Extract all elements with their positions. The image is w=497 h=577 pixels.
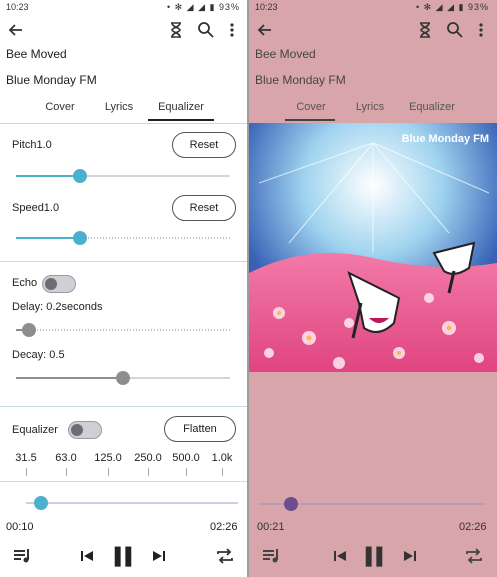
sleep-timer-icon[interactable] <box>166 20 186 40</box>
previous-icon[interactable] <box>329 545 351 567</box>
queue-icon[interactable] <box>12 545 34 567</box>
pitch-reset-button[interactable]: Reset <box>172 132 236 158</box>
equalizer-label: Equalizer <box>12 424 58 436</box>
track-title: Bee Moved <box>6 47 67 61</box>
next-icon[interactable] <box>399 545 421 567</box>
repeat-icon[interactable] <box>214 545 236 567</box>
system-icons: • ✻ ◢ ◢ ▮ 93% <box>415 2 489 12</box>
speed-label: Speed1.0 <box>12 202 60 214</box>
eq-band-label: 250.0 <box>134 452 162 464</box>
cover-title: Blue Monday FM <box>401 133 489 145</box>
tab-bar: Cover Lyrics Equalizer <box>249 99 497 123</box>
tab-indicator <box>285 119 335 121</box>
echo-label: Echo <box>12 277 38 289</box>
speed-reset-button[interactable]: Reset <box>172 195 236 221</box>
slider-thumb[interactable] <box>73 231 87 245</box>
seek-thumb[interactable] <box>284 497 298 511</box>
app-bar <box>0 18 248 44</box>
more-options-icon[interactable] <box>226 20 238 40</box>
battery-percent: 93% <box>467 2 489 12</box>
delay-slider[interactable] <box>16 323 230 337</box>
app-bar <box>249 18 497 44</box>
toggle-knob <box>71 424 83 436</box>
tab-lyrics[interactable]: Lyrics <box>349 101 391 113</box>
battery-percent: 93% <box>218 2 240 12</box>
slider-thumb[interactable] <box>73 169 87 183</box>
eq-band-slider[interactable] <box>108 468 109 476</box>
tab-cover[interactable]: Cover <box>40 101 80 113</box>
decay-label: Decay: 0.5 <box>12 349 65 361</box>
pitch-slider[interactable] <box>16 169 230 183</box>
eq-band-label: 1.0k <box>211 452 233 464</box>
seek-bar[interactable] <box>259 497 485 511</box>
eq-band-slider[interactable] <box>66 468 67 476</box>
toggle-knob <box>45 278 57 290</box>
slider-fill <box>16 377 123 379</box>
station-name: Blue Monday FM <box>255 73 346 87</box>
seek-thumb[interactable] <box>34 496 48 510</box>
total-duration: 02:26 <box>210 521 238 533</box>
slider-track <box>16 329 230 331</box>
right-panel: 10:23 • ✻ ◢ ◢ ▮ 93% Bee Moved Blue Monda… <box>249 0 497 577</box>
tab-equalizer[interactable]: Equalizer <box>399 101 465 113</box>
previous-icon[interactable] <box>76 545 98 567</box>
decay-slider[interactable] <box>16 371 230 385</box>
station-name: Blue Monday FM <box>6 73 97 87</box>
section-divider <box>0 261 248 262</box>
eq-band-slider[interactable] <box>222 468 223 476</box>
left-panel: 10:23 • ✻ ◢ ◢ ▮ 93% Bee Moved Blue Monda… <box>0 0 248 577</box>
status-time: 10:23 <box>255 2 278 12</box>
seek-bar[interactable] <box>26 496 238 510</box>
album-cover: Blue Monday FM <box>249 123 497 372</box>
flatten-button[interactable]: Flatten <box>164 416 236 442</box>
back-arrow-icon[interactable] <box>255 20 275 40</box>
eq-band-label: 125.0 <box>94 452 122 464</box>
player-divider <box>0 481 248 482</box>
status-bar: 10:23 • ✻ ◢ ◢ ▮ 93% <box>249 0 497 16</box>
pause-icon[interactable] <box>361 543 387 569</box>
more-options-icon[interactable] <box>475 20 487 40</box>
tab-bar: Cover Lyrics Equalizer <box>0 99 248 123</box>
system-icons: • ✻ ◢ ◢ ▮ 93% <box>166 2 240 12</box>
slider-fill <box>16 175 80 177</box>
total-duration: 02:26 <box>459 521 487 533</box>
status-bar: 10:23 • ✻ ◢ ◢ ▮ 93% <box>0 0 248 16</box>
tab-indicator <box>148 119 214 121</box>
eq-band-label: 31.5 <box>15 452 37 464</box>
status-time: 10:23 <box>6 2 29 12</box>
pause-icon[interactable] <box>110 543 136 569</box>
eq-band-labels: 31.5 63.0 125.0 250.0 500.0 1.0k <box>0 452 248 466</box>
equalizer-toggle[interactable] <box>68 421 102 439</box>
back-arrow-icon[interactable] <box>6 20 26 40</box>
repeat-icon[interactable] <box>463 545 485 567</box>
eq-band-slider[interactable] <box>26 468 27 476</box>
next-icon[interactable] <box>148 545 170 567</box>
elapsed-time: 00:21 <box>257 521 285 533</box>
section-divider <box>0 406 248 407</box>
tab-lyrics[interactable]: Lyrics <box>98 101 140 113</box>
eq-band-slider[interactable] <box>148 468 149 476</box>
pitch-label: Pitch1.0 <box>12 139 52 151</box>
seek-track <box>26 502 238 504</box>
tab-cover[interactable]: Cover <box>291 101 331 113</box>
eq-band-label: 63.0 <box>55 452 77 464</box>
queue-icon[interactable] <box>261 545 283 567</box>
search-icon[interactable] <box>445 20 465 40</box>
delay-label: Delay: 0.2seconds <box>12 301 103 313</box>
album-cover-art <box>249 123 497 372</box>
echo-toggle[interactable] <box>42 275 76 293</box>
track-title: Bee Moved <box>255 47 316 61</box>
search-icon[interactable] <box>196 20 216 40</box>
sleep-timer-icon[interactable] <box>415 20 435 40</box>
eq-band-label: 500.0 <box>172 452 200 464</box>
eq-band-slider[interactable] <box>186 468 187 476</box>
elapsed-time: 00:10 <box>6 521 34 533</box>
slider-thumb[interactable] <box>116 371 130 385</box>
slider-thumb[interactable] <box>22 323 36 337</box>
tab-equalizer[interactable]: Equalizer <box>148 101 214 113</box>
eq-band-sliders <box>0 468 248 478</box>
tab-divider <box>0 123 248 124</box>
speed-slider[interactable] <box>16 231 230 245</box>
slider-fill <box>16 237 80 239</box>
